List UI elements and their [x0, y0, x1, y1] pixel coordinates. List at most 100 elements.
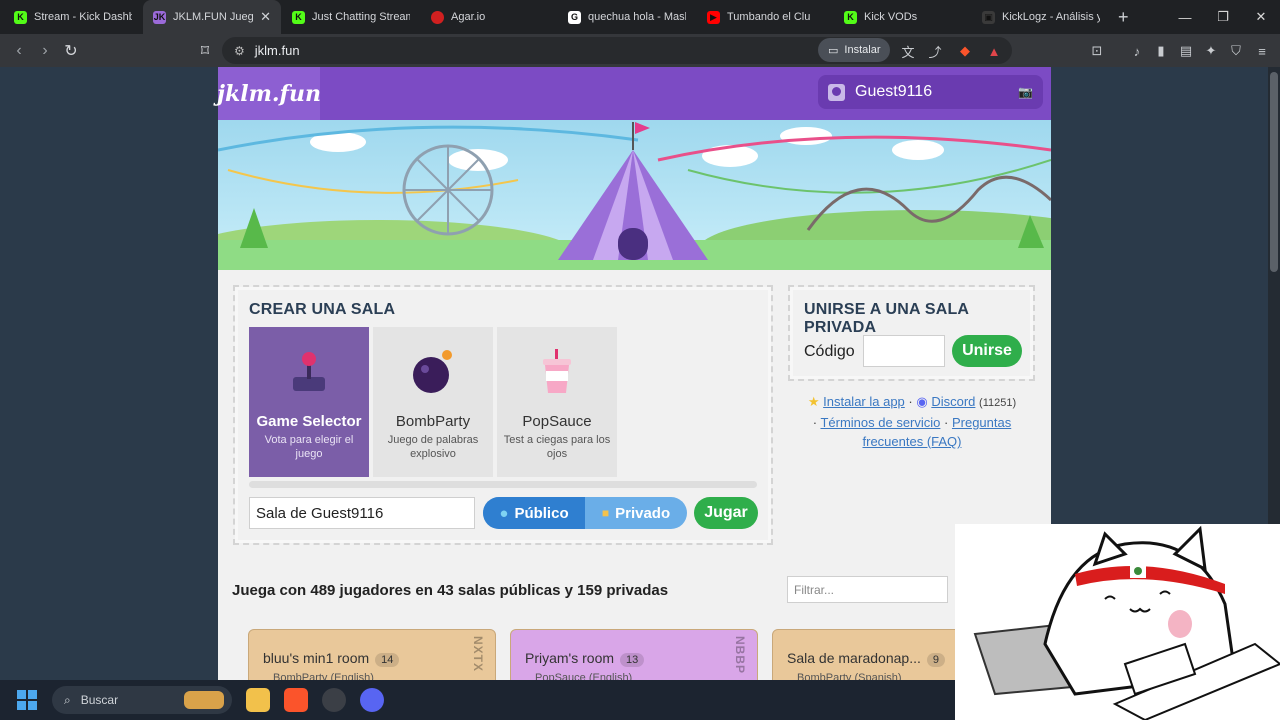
room-filter-input[interactable]: Filtrar... [787, 576, 948, 603]
menu-icon[interactable]: ≡ [1252, 41, 1272, 61]
code-label: Código [804, 343, 855, 360]
share-icon[interactable]: ⤴ [925, 41, 945, 61]
private-option[interactable]: ■ Privado [585, 497, 687, 529]
media-icon[interactable]: ♪ [1127, 41, 1147, 61]
discord-count: (11251) [979, 397, 1017, 409]
browser-tab[interactable]: K Just Chatting Streamin [282, 0, 420, 34]
forward-icon[interactable]: › [32, 38, 58, 64]
public-option[interactable]: ● Público [483, 497, 585, 529]
address-bar[interactable]: ⚙ jklm.fun [222, 37, 1012, 64]
tab-favicon-icon: G [568, 10, 581, 24]
windows-taskbar: ⌕ Buscar [0, 680, 955, 720]
browser-tab-strip: + — ❐ ✕ K Stream - Kick Dashboa JK JKLM.FUN… [0, 0, 1280, 34]
tab-label: JKLM.FUN Juegos [173, 11, 254, 23]
username: Guest9116 [855, 83, 933, 100]
brave-shield-icon[interactable]: ◆ [955, 41, 975, 61]
browser-toolbar: ‹ › ↻ ⌑ ⚙ jklm.fun ▭ Instalar 文 ⤴ ◆ ▲ ⊡ … [0, 34, 1280, 67]
sidebar-icon[interactable]: ▮ [1151, 41, 1171, 61]
tab-label: Just Chatting Streamin [312, 11, 410, 23]
room-code: NBBP [733, 636, 747, 675]
tab-favicon-icon: ▣ [982, 10, 995, 24]
install-app-button[interactable]: ▭ Instalar [818, 38, 891, 62]
wallet-icon[interactable]: ▤ [1176, 41, 1196, 61]
brave-browser-icon[interactable] [284, 688, 308, 712]
browser-tab[interactable]: K Stream - Kick Dashboa [4, 0, 142, 34]
install-app-link[interactable]: Instalar la app [823, 394, 905, 409]
minimize-icon[interactable]: — [1166, 0, 1204, 34]
game-name: PopSauce [522, 413, 592, 430]
bongo-cat-illustration [973, 525, 1280, 720]
tab-label: Tumbando el Clu [727, 11, 811, 23]
public-label: Público [514, 504, 569, 522]
browser-tab[interactable]: ▣ KickLogz - Análisis y E [972, 0, 1110, 34]
browser-tab[interactable]: JK JKLM.FUN Juegos ✕ [143, 0, 281, 34]
lock-icon: ■ [601, 506, 610, 520]
join-room-title: UNIRSE A UNA SALA PRIVADA [804, 301, 969, 336]
game-card-bombparty[interactable]: BombParty Juego de palabras explosivo [373, 327, 493, 477]
discord-app-icon[interactable] [360, 688, 384, 712]
join-button[interactable]: Unirse [952, 335, 1022, 367]
file-explorer-icon[interactable] [246, 688, 270, 712]
new-tab-button[interactable]: + [1110, 7, 1137, 28]
tab-favicon-icon [431, 10, 444, 24]
visibility-toggle[interactable]: ● Público ■ Privado [483, 497, 687, 529]
discord-link[interactable]: Discord [931, 394, 975, 409]
brave-rewards-icon[interactable]: ▲ [984, 41, 1004, 61]
player-count: 9 [926, 653, 945, 667]
search-highlight-icon [184, 691, 224, 709]
obs-icon[interactable] [322, 688, 346, 712]
user-box[interactable]: Guest9116 📷 [818, 75, 1043, 109]
star-icon: ★ [807, 394, 820, 409]
site-settings-icon[interactable]: ⚙ [234, 44, 245, 58]
taskbar-search[interactable]: ⌕ Buscar [52, 686, 232, 714]
restore-icon[interactable]: ❐ [1204, 0, 1242, 34]
screenshot-icon[interactable]: ⊡ [1087, 41, 1107, 61]
user-avatar-icon [828, 83, 845, 101]
tab-favicon-icon: ▶ [707, 10, 720, 24]
globe-icon: ● [499, 504, 509, 522]
browser-tab[interactable]: Agar.io [421, 0, 559, 34]
reload-icon[interactable]: ↻ [58, 38, 84, 64]
tab-close-icon[interactable]: ✕ [260, 9, 271, 25]
room-name-input[interactable] [249, 497, 475, 529]
site-logo[interactable]: jklm.fun [217, 67, 321, 120]
room-ticket[interactable]: Priyam's room 13 NBBP PopSauce (English) [510, 629, 758, 680]
page-scrollbar-thumb[interactable] [1270, 72, 1278, 272]
start-button-icon[interactable] [17, 690, 37, 710]
back-icon[interactable]: ‹ [6, 38, 32, 64]
room-name: Priyam's room 13 [525, 650, 645, 667]
browser-tab[interactable]: ▶ Tumbando el Clu [697, 0, 835, 34]
url-text: jklm.fun [254, 43, 300, 58]
bongo-cat-overlay [955, 524, 1280, 720]
terms-link[interactable]: Términos de servicio [820, 415, 940, 430]
tab-label: Agar.io [451, 11, 486, 23]
bookmark-icon[interactable]: ⌑ [192, 38, 218, 64]
browser-tab[interactable]: Gquechua hola - Mask [558, 0, 696, 34]
games-scrollbar[interactable] [249, 481, 757, 488]
room-code: NXTX [471, 636, 485, 673]
install-label: Instalar [844, 44, 881, 56]
translate-icon[interactable]: 文 [898, 41, 918, 61]
search-icon: ⌕ [64, 692, 71, 707]
play-button[interactable]: Jugar [694, 497, 758, 529]
leo-ai-icon[interactable]: ✦ [1201, 41, 1221, 61]
room-code-input[interactable] [863, 335, 945, 367]
game-description: Vota para elegir el juego [264, 434, 354, 460]
room-ticket[interactable]: bluu's min1 room 14 NXTX BombParty (Engli… [248, 629, 496, 680]
game-card-game-selector[interactable]: Game Selector Vota para elegir el juego [249, 327, 369, 477]
game-card-popsauce[interactable]: PopSauce Test a ciegas para los ojos [497, 327, 617, 477]
close-window-icon[interactable]: ✕ [1242, 0, 1280, 34]
game-name: Game Selector [256, 413, 362, 430]
tab-label: Stream - Kick Dashboa [34, 11, 132, 23]
tab-label: quechua hola - Mask [588, 11, 686, 23]
room-name: Sala de maradonap... 9 [787, 650, 945, 667]
joystick-icon [293, 352, 325, 391]
browser-tab[interactable]: K Kick VODs [834, 0, 972, 34]
bomb-icon [413, 350, 452, 393]
private-label: Privado [615, 504, 671, 522]
vpn-icon[interactable]: ⛉ [1226, 41, 1246, 61]
camera-icon[interactable]: 📷 [1018, 85, 1033, 99]
game-description: Test a ciegas para los ojos [503, 434, 611, 460]
window-controls: — ❐ ✕ [1166, 0, 1280, 34]
monitor-icon: ▭ [828, 44, 839, 57]
